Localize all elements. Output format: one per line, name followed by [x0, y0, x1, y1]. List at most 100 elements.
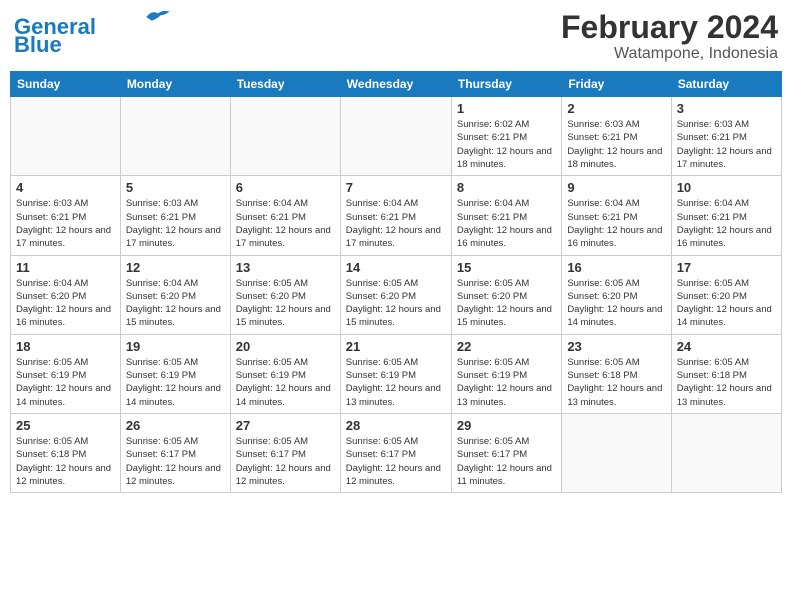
calendar-week-row: 11 Sunrise: 6:04 AM Sunset: 6:20 PM Dayli…: [11, 255, 782, 334]
day-info: Sunrise: 6:05 AM Sunset: 6:20 PM Dayligh…: [567, 277, 665, 330]
calendar-cell: 2 Sunrise: 6:03 AM Sunset: 6:21 PM Daylig…: [562, 97, 671, 176]
calendar-header-saturday: Saturday: [671, 72, 781, 97]
day-number: 19: [126, 339, 225, 354]
calendar-cell: 10 Sunrise: 6:04 AM Sunset: 6:21 PM Dayli…: [671, 176, 781, 255]
day-info: Sunrise: 6:05 AM Sunset: 6:19 PM Dayligh…: [16, 356, 115, 409]
day-info: Sunrise: 6:04 AM Sunset: 6:21 PM Dayligh…: [567, 197, 665, 250]
day-info: Sunrise: 6:05 AM Sunset: 6:19 PM Dayligh…: [236, 356, 335, 409]
logo-bird-icon: [144, 8, 172, 26]
day-info: Sunrise: 6:04 AM Sunset: 6:21 PM Dayligh…: [346, 197, 446, 250]
calendar-cell: 25 Sunrise: 6:05 AM Sunset: 6:18 PM Dayli…: [11, 413, 121, 492]
calendar-cell: 21Sunrise: 6:05 AM Sunset: 6:19 PM Dayli…: [340, 334, 451, 413]
day-number: 13: [236, 260, 335, 275]
day-number: 29: [457, 418, 556, 433]
day-number: 22: [457, 339, 556, 354]
day-info: Sunrise: 6:05 AM Sunset: 6:17 PM Dayligh…: [126, 435, 225, 488]
day-number: 7: [346, 180, 446, 195]
day-number: 28: [346, 418, 446, 433]
day-number: 6: [236, 180, 335, 195]
calendar-cell: 17 Sunrise: 6:05 AM Sunset: 6:20 PM Dayli…: [671, 255, 781, 334]
calendar-header-thursday: Thursday: [451, 72, 561, 97]
calendar-cell: 24 Sunrise: 6:05 AM Sunset: 6:18 PM Dayli…: [671, 334, 781, 413]
day-number: 8: [457, 180, 556, 195]
logo: General Blue: [14, 16, 172, 56]
calendar-cell: 23Sunrise: 6:05 AM Sunset: 6:18 PM Dayli…: [562, 334, 671, 413]
calendar-cell: [230, 97, 340, 176]
calendar-cell: 1 Sunrise: 6:02 AM Sunset: 6:21 PM Daylig…: [451, 97, 561, 176]
day-info: Sunrise: 6:05 AM Sunset: 6:20 PM Dayligh…: [457, 277, 556, 330]
day-info: Sunrise: 6:05 AM Sunset: 6:17 PM Dayligh…: [346, 435, 446, 488]
calendar-cell: [120, 97, 230, 176]
calendar-header-row: SundayMondayTuesdayWednesdayThursdayFrid…: [11, 72, 782, 97]
day-info: Sunrise: 6:03 AM Sunset: 6:21 PM Dayligh…: [16, 197, 115, 250]
day-info: Sunrise: 6:04 AM Sunset: 6:21 PM Dayligh…: [677, 197, 776, 250]
calendar-cell: 13 Sunrise: 6:05 AM Sunset: 6:20 PM Dayli…: [230, 255, 340, 334]
day-number: 15: [457, 260, 556, 275]
day-number: 12: [126, 260, 225, 275]
calendar-cell: 6Sunrise: 6:04 AM Sunset: 6:21 PM Daylig…: [230, 176, 340, 255]
page-header: General Blue February 2024 Watampone, In…: [10, 10, 782, 63]
day-number: 14: [346, 260, 446, 275]
calendar-cell: 11 Sunrise: 6:04 AM Sunset: 6:20 PM Dayli…: [11, 255, 121, 334]
day-number: 11: [16, 260, 115, 275]
day-number: 26: [126, 418, 225, 433]
day-number: 24: [677, 339, 776, 354]
calendar-cell: [340, 97, 451, 176]
calendar-cell: 18 Sunrise: 6:05 AM Sunset: 6:19 PM Dayli…: [11, 334, 121, 413]
calendar-cell: 20Sunrise: 6:05 AM Sunset: 6:19 PM Dayli…: [230, 334, 340, 413]
day-info: Sunrise: 6:04 AM Sunset: 6:20 PM Dayligh…: [126, 277, 225, 330]
calendar-header-sunday: Sunday: [11, 72, 121, 97]
calendar-cell: 4 Sunrise: 6:03 AM Sunset: 6:21 PM Daylig…: [11, 176, 121, 255]
day-number: 21: [346, 339, 446, 354]
calendar-week-row: 18 Sunrise: 6:05 AM Sunset: 6:19 PM Dayli…: [11, 334, 782, 413]
calendar-cell: 26 Sunrise: 6:05 AM Sunset: 6:17 PM Dayli…: [120, 413, 230, 492]
calendar-week-row: 1 Sunrise: 6:02 AM Sunset: 6:21 PM Daylig…: [11, 97, 782, 176]
calendar-header-tuesday: Tuesday: [230, 72, 340, 97]
calendar-cell: [562, 413, 671, 492]
calendar-cell: 19 Sunrise: 6:05 AM Sunset: 6:19 PM Dayli…: [120, 334, 230, 413]
logo-blue-text: Blue: [14, 34, 62, 56]
day-number: 2: [567, 101, 665, 116]
calendar-cell: 29 Sunrise: 6:05 AM Sunset: 6:17 PM Dayli…: [451, 413, 561, 492]
day-info: Sunrise: 6:03 AM Sunset: 6:21 PM Dayligh…: [567, 118, 665, 171]
day-info: Sunrise: 6:05 AM Sunset: 6:18 PM Dayligh…: [16, 435, 115, 488]
calendar-table: SundayMondayTuesdayWednesdayThursdayFrid…: [10, 71, 782, 493]
day-info: Sunrise: 6:05 AM Sunset: 6:18 PM Dayligh…: [677, 356, 776, 409]
calendar-cell: 7 Sunrise: 6:04 AM Sunset: 6:21 PM Daylig…: [340, 176, 451, 255]
calendar-cell: 5 Sunrise: 6:03 AM Sunset: 6:21 PM Daylig…: [120, 176, 230, 255]
day-info: Sunrise: 6:05 AM Sunset: 6:17 PM Dayligh…: [457, 435, 556, 488]
calendar-cell: 28 Sunrise: 6:05 AM Sunset: 6:17 PM Dayli…: [340, 413, 451, 492]
calendar-cell: 16 Sunrise: 6:05 AM Sunset: 6:20 PM Dayli…: [562, 255, 671, 334]
day-number: 27: [236, 418, 335, 433]
title-area: February 2024 Watampone, Indonesia: [561, 10, 778, 63]
calendar-header-monday: Monday: [120, 72, 230, 97]
calendar-header-friday: Friday: [562, 72, 671, 97]
calendar-cell: 8 Sunrise: 6:04 AM Sunset: 6:21 PM Daylig…: [451, 176, 561, 255]
day-number: 1: [457, 101, 556, 116]
month-title: February 2024: [561, 10, 778, 45]
day-info: Sunrise: 6:04 AM Sunset: 6:20 PM Dayligh…: [16, 277, 115, 330]
day-number: 23: [567, 339, 665, 354]
day-number: 10: [677, 180, 776, 195]
day-info: Sunrise: 6:05 AM Sunset: 6:20 PM Dayligh…: [677, 277, 776, 330]
day-number: 25: [16, 418, 115, 433]
day-info: Sunrise: 6:02 AM Sunset: 6:21 PM Dayligh…: [457, 118, 556, 171]
calendar-cell: [11, 97, 121, 176]
day-info: Sunrise: 6:05 AM Sunset: 6:19 PM Dayligh…: [126, 356, 225, 409]
day-number: 5: [126, 180, 225, 195]
day-number: 18: [16, 339, 115, 354]
calendar-week-row: 25 Sunrise: 6:05 AM Sunset: 6:18 PM Dayli…: [11, 413, 782, 492]
location: Watampone, Indonesia: [561, 45, 778, 63]
calendar-cell: 22Sunrise: 6:05 AM Sunset: 6:19 PM Dayli…: [451, 334, 561, 413]
day-info: Sunrise: 6:05 AM Sunset: 6:20 PM Dayligh…: [236, 277, 335, 330]
calendar-cell: 15 Sunrise: 6:05 AM Sunset: 6:20 PM Dayli…: [451, 255, 561, 334]
calendar-week-row: 4 Sunrise: 6:03 AM Sunset: 6:21 PM Daylig…: [11, 176, 782, 255]
calendar-header-wednesday: Wednesday: [340, 72, 451, 97]
day-info: Sunrise: 6:05 AM Sunset: 6:17 PM Dayligh…: [236, 435, 335, 488]
day-number: 16: [567, 260, 665, 275]
day-info: Sunrise: 6:03 AM Sunset: 6:21 PM Dayligh…: [126, 197, 225, 250]
day-info: Sunrise: 6:04 AM Sunset: 6:21 PM Dayligh…: [457, 197, 556, 250]
day-number: 17: [677, 260, 776, 275]
day-number: 4: [16, 180, 115, 195]
calendar-cell: 12 Sunrise: 6:04 AM Sunset: 6:20 PM Dayli…: [120, 255, 230, 334]
